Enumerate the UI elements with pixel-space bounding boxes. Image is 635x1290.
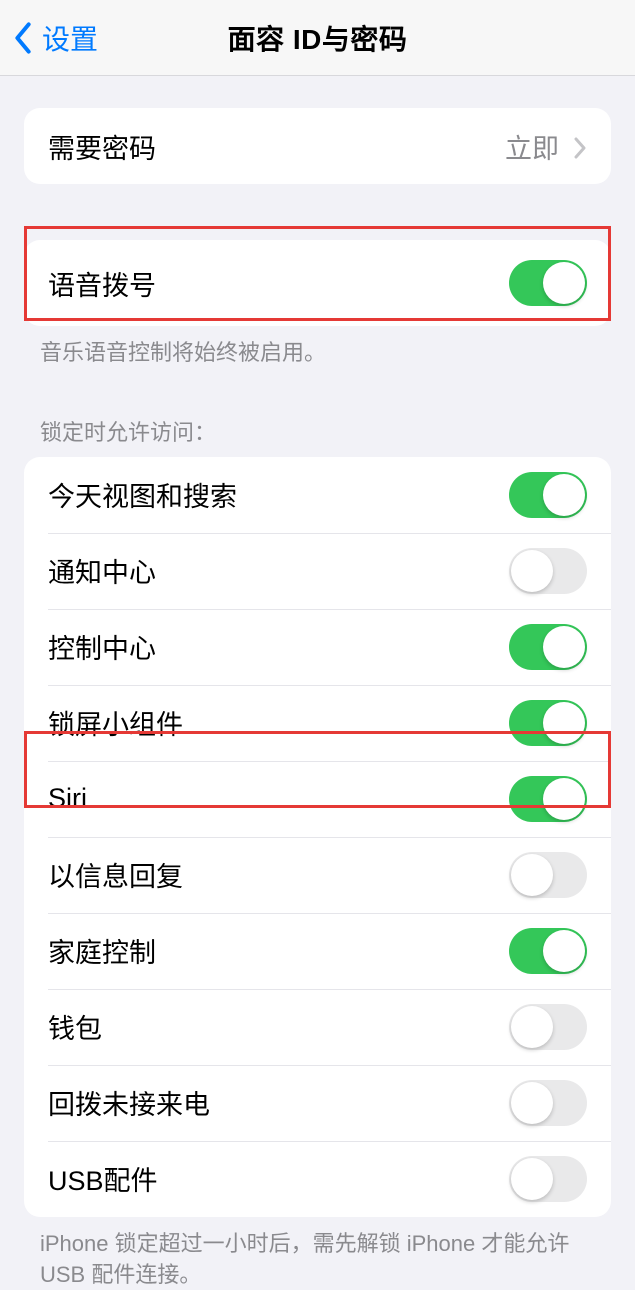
locked-access-label: 家庭控制 — [48, 931, 156, 970]
voice-dial-toggle[interactable] — [509, 260, 587, 306]
require-passcode-group: 需要密码 立即 — [24, 108, 611, 184]
locked-access-toggle[interactable] — [509, 1004, 587, 1050]
back-label: 设置 — [42, 18, 98, 58]
locked-access-row: 以信息回复 — [24, 837, 611, 913]
require-passcode-value: 立即 — [505, 127, 587, 166]
voice-dial-row: 语音拨号 — [24, 240, 611, 326]
locked-access-row: USB配件 — [24, 1141, 611, 1217]
locked-access-group: 今天视图和搜索通知中心控制中心锁屏小组件 Siri 以信息回复家庭控制钱包回拨未接来… — [24, 457, 611, 1217]
locked-access-toggle[interactable] — [509, 1156, 587, 1202]
locked-access-label: USB配件 — [48, 1159, 158, 1198]
back-button[interactable]: 设置 — [0, 18, 98, 58]
locked-access-row: 回拨未接来电 — [24, 1065, 611, 1141]
locked-access-header: 锁定时允许访问： — [0, 415, 635, 457]
chevron-right-icon — [573, 135, 587, 157]
locked-access-row: 锁屏小组件 — [24, 685, 611, 761]
locked-access-toggle[interactable] — [509, 1080, 587, 1126]
voice-dial-label: 语音拨号 — [48, 264, 156, 303]
locked-access-label: 回拨未接来电 — [48, 1083, 210, 1122]
require-passcode-row[interactable]: 需要密码 立即 — [24, 108, 611, 184]
locked-access-label: 通知中心 — [48, 551, 156, 590]
locked-access-footer: iPhone 锁定超过一小时后，需先解锁 iPhone 才能允许USB 配件连接… — [0, 1217, 635, 1290]
locked-access-toggle[interactable] — [509, 548, 587, 594]
locked-access-label: 锁屏小组件 — [48, 703, 183, 742]
locked-access-label: 钱包 — [48, 1007, 102, 1046]
require-passcode-label: 需要密码 — [48, 127, 156, 166]
locked-access-toggle[interactable] — [509, 852, 587, 898]
chevron-left-icon — [12, 21, 34, 55]
voice-dial-footer: 音乐语音控制将始终被启用。 — [0, 326, 635, 369]
locked-access-row: 控制中心 — [24, 609, 611, 685]
locked-access-label: Siri — [48, 783, 87, 814]
locked-access-toggle[interactable] — [509, 928, 587, 974]
locked-access-row: Siri — [24, 761, 611, 837]
locked-access-toggle[interactable] — [509, 700, 587, 746]
page-title: 面容 ID与密码 — [228, 18, 408, 58]
locked-access-toggle[interactable] — [509, 472, 587, 518]
settings-content: 需要密码 立即 语音拨号 音乐语音控制将始终被启用。 锁定时允许访问： 今天视图… — [0, 108, 635, 1290]
locked-access-label: 以信息回复 — [48, 855, 183, 894]
locked-access-row: 通知中心 — [24, 533, 611, 609]
locked-access-label: 控制中心 — [48, 627, 156, 666]
navigation-bar: 设置 面容 ID与密码 — [0, 0, 635, 76]
locked-access-label: 今天视图和搜索 — [48, 475, 237, 514]
voice-dial-group: 语音拨号 — [24, 240, 611, 326]
locked-access-toggle[interactable] — [509, 776, 587, 822]
locked-access-toggle[interactable] — [509, 624, 587, 670]
locked-access-row: 今天视图和搜索 — [24, 457, 611, 533]
locked-access-row: 家庭控制 — [24, 913, 611, 989]
locked-access-row: 钱包 — [24, 989, 611, 1065]
